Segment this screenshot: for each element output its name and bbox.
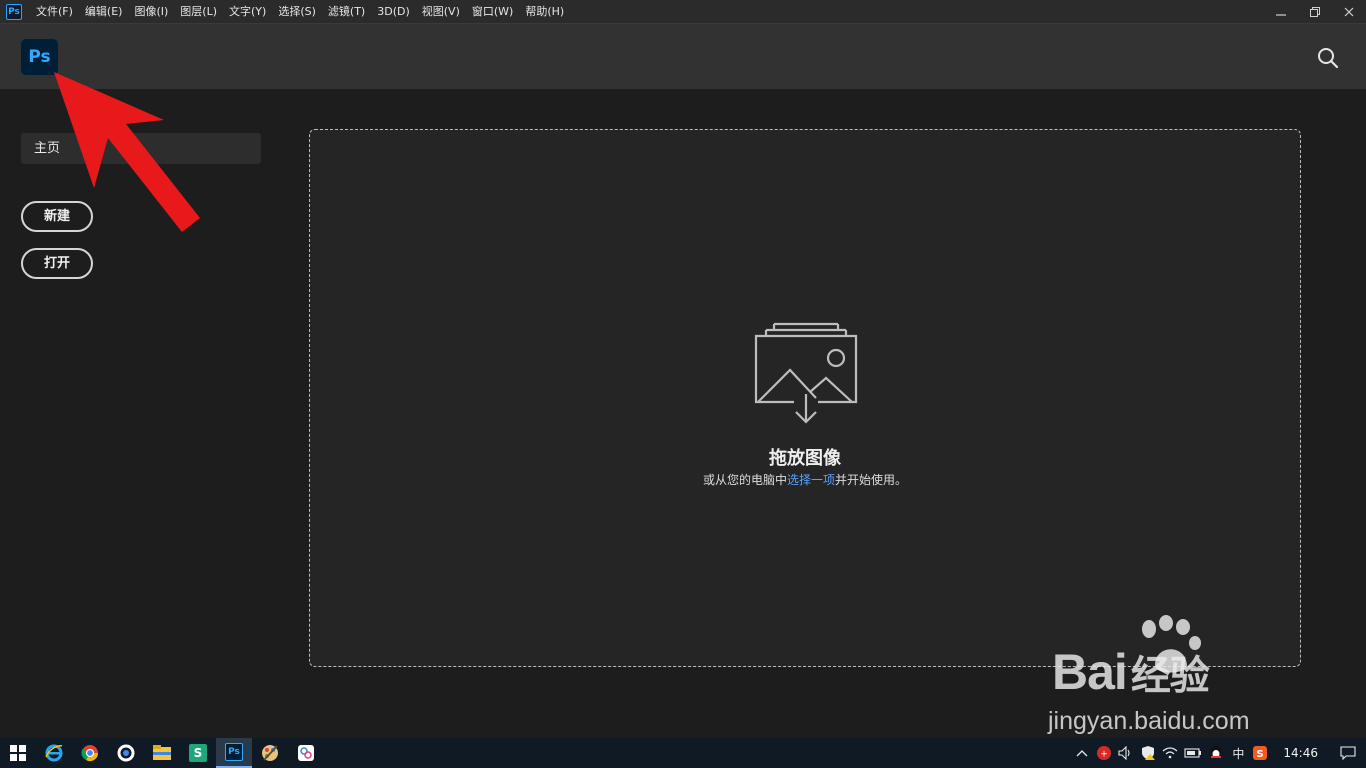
photoshop-taskbar-label: Ps xyxy=(225,743,243,761)
chevron-up-icon[interactable] xyxy=(1071,738,1093,768)
drop-subtitle-prefix: 或从您的电脑中 xyxy=(702,473,787,487)
paint-icon[interactable] xyxy=(252,738,288,768)
close-icon[interactable] xyxy=(1332,0,1366,24)
windows-start-icon[interactable] xyxy=(0,738,36,768)
drop-subtitle: 或从您的电脑中选择一项并开始使用。 xyxy=(310,471,1300,488)
drop-zone[interactable]: 拖放图像 或从您的电脑中选择一项并开始使用。 xyxy=(309,129,1301,667)
menu-type[interactable]: 文字(Y) xyxy=(223,0,272,24)
svg-text:S: S xyxy=(1257,749,1264,760)
notification-icon[interactable] xyxy=(1330,738,1366,768)
ie-icon[interactable] xyxy=(36,738,72,768)
ime-indicator[interactable]: 中 xyxy=(1227,738,1249,768)
network-icon[interactable] xyxy=(1159,738,1181,768)
sidebar-item-home[interactable]: 主页 xyxy=(21,133,261,164)
chrome-icon[interactable] xyxy=(72,738,108,768)
new-button[interactable]: 新建 xyxy=(21,201,93,232)
menu-file[interactable]: 文件(F) xyxy=(30,0,79,24)
svg-text:+: + xyxy=(1101,750,1109,760)
battery-icon[interactable] xyxy=(1181,738,1205,768)
menu-filter[interactable]: 滤镜(T) xyxy=(322,0,371,24)
sogou-ime-icon[interactable]: S xyxy=(1249,738,1271,768)
drop-subtitle-suffix: 并开始使用。 xyxy=(835,473,908,487)
app-icon[interactable] xyxy=(288,738,324,768)
photoshop-app-icon[interactable]: Ps xyxy=(6,3,22,20)
menu-layer[interactable]: 图层(L) xyxy=(174,0,223,24)
qq-icon[interactable] xyxy=(1205,738,1227,768)
open-button[interactable]: 打开 xyxy=(21,248,93,279)
drop-image-icon xyxy=(754,322,858,424)
antivirus-icon[interactable]: + xyxy=(1093,738,1115,768)
minimize-icon[interactable] xyxy=(1264,0,1298,24)
window-controls xyxy=(1264,0,1366,24)
search-icon[interactable] xyxy=(1317,47,1339,69)
watermark-url: jingyan.baidu.com xyxy=(1048,707,1250,735)
security-shield-icon[interactable] xyxy=(1137,738,1159,768)
clock-time[interactable]: 14:46 xyxy=(1271,746,1330,760)
home-header: Ps xyxy=(0,24,1366,89)
menu-help[interactable]: 帮助(H) xyxy=(519,0,570,24)
windows-taskbar: S Ps + 中 S 14:46 xyxy=(0,738,1366,768)
wps-label: S xyxy=(189,744,207,762)
drop-title: 拖放图像 xyxy=(769,448,841,469)
menu-view[interactable]: 视图(V) xyxy=(416,0,466,24)
system-tray: + 中 S 14:46 xyxy=(1071,738,1366,768)
file-explorer-icon[interactable] xyxy=(144,738,180,768)
menu-window[interactable]: 窗口(W) xyxy=(466,0,519,24)
wps-icon[interactable]: S xyxy=(180,738,216,768)
menu-items: 文件(F) 编辑(E) 图像(I) 图层(L) 文字(Y) 选择(S) 滤镜(T… xyxy=(30,0,570,24)
restore-icon[interactable] xyxy=(1298,0,1332,24)
menu-edit[interactable]: 编辑(E) xyxy=(79,0,129,24)
photoshop-logo[interactable]: Ps xyxy=(21,39,58,75)
menu-select[interactable]: 选择(S) xyxy=(272,0,322,24)
photoshop-taskbar-icon[interactable]: Ps xyxy=(216,738,252,768)
menu-bar: Ps 文件(F) 编辑(E) 图像(I) 图层(L) 文字(Y) 选择(S) 滤… xyxy=(0,0,1366,24)
select-file-link[interactable]: 选择一项 xyxy=(787,473,835,487)
browser-icon[interactable] xyxy=(108,738,144,768)
menu-image[interactable]: 图像(I) xyxy=(128,0,174,24)
volume-icon[interactable] xyxy=(1115,738,1137,768)
menu-3d[interactable]: 3D(D) xyxy=(371,0,416,24)
